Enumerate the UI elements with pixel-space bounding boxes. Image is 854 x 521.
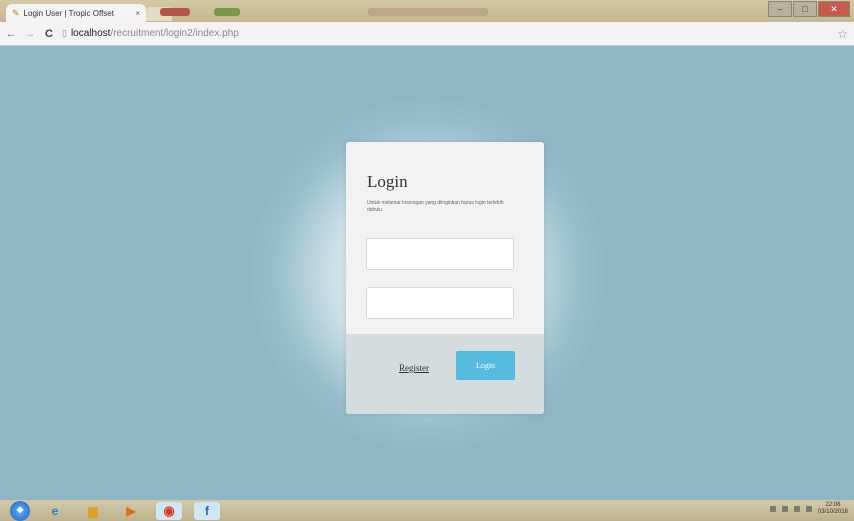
network-icon[interactable] xyxy=(793,506,800,512)
clock-time: 22:08 xyxy=(825,502,841,508)
bookmark-star-icon[interactable]: ☆ xyxy=(837,27,848,41)
system-tray: 22:08 03/10/2016 xyxy=(769,502,848,516)
clock-date: 03/10/2016 xyxy=(817,509,848,515)
url-path: /recruitment/login2/index.php xyxy=(110,28,239,39)
minimize-button[interactable]: – xyxy=(768,1,792,17)
tray-icon[interactable] xyxy=(781,506,788,512)
window-controls: – □ ✕ xyxy=(768,1,850,17)
tab-title: Login User | Tropic Offset xyxy=(23,8,114,18)
login-description: Untuk melamar lowongan yang diinginkan h… xyxy=(367,200,504,213)
title-bar-decoration xyxy=(214,8,240,16)
url-host: localhost xyxy=(70,28,111,39)
login-button[interactable]: Login xyxy=(456,351,515,380)
start-orb-icon[interactable]: ❖ xyxy=(10,500,30,521)
folder-icon[interactable]: ▆ xyxy=(80,502,106,520)
title-bar-decoration xyxy=(160,8,190,16)
close-window-button[interactable]: ✕ xyxy=(818,1,850,17)
internet-explorer-icon[interactable]: e xyxy=(42,502,68,520)
media-player-icon[interactable]: ▶ xyxy=(118,502,144,520)
browser-tab[interactable]: ✎ Login User | Tropic Offset × xyxy=(6,4,146,22)
forward-arrow-icon[interactable]: → xyxy=(24,28,36,40)
login-card-footer: Register Login xyxy=(346,334,544,414)
tab-close-icon[interactable]: × xyxy=(135,9,140,18)
username-input[interactable] xyxy=(366,238,514,270)
browser-toolbar: ← → C ▯ localhost/recruitment/login2/ind… xyxy=(0,22,854,46)
volume-icon[interactable] xyxy=(805,506,812,512)
window-title-blur xyxy=(368,8,488,16)
reload-icon[interactable]: C xyxy=(43,28,55,40)
page-viewport: Login Untuk melamar lowongan yang diingi… xyxy=(10,47,844,500)
password-input[interactable] xyxy=(366,287,514,319)
login-title: Login xyxy=(367,172,408,191)
tray-icon[interactable] xyxy=(769,506,776,512)
chrome-icon[interactable]: ◉ xyxy=(156,501,182,520)
address-bar[interactable]: ▯ localhost/recruitment/login2/index.php xyxy=(62,26,824,42)
browser-titlebar: ✎ Login User | Tropic Offset × – □ ✕ xyxy=(0,0,854,22)
back-arrow-icon[interactable]: ← xyxy=(5,28,17,40)
taskbar: ❖ e ▆ ▶ ◉ f 22:08 03/10/2016 xyxy=(0,500,854,521)
login-card: Login Untuk melamar lowongan yang diingi… xyxy=(346,142,544,414)
maximize-button[interactable]: □ xyxy=(793,1,817,17)
page-favicon-icon: ✎ xyxy=(12,7,20,18)
page-icon: ▯ xyxy=(62,28,67,38)
register-link[interactable]: Register xyxy=(399,363,429,373)
clock[interactable]: 22:08 03/10/2016 xyxy=(818,502,848,516)
facebook-icon[interactable]: f xyxy=(194,501,220,520)
